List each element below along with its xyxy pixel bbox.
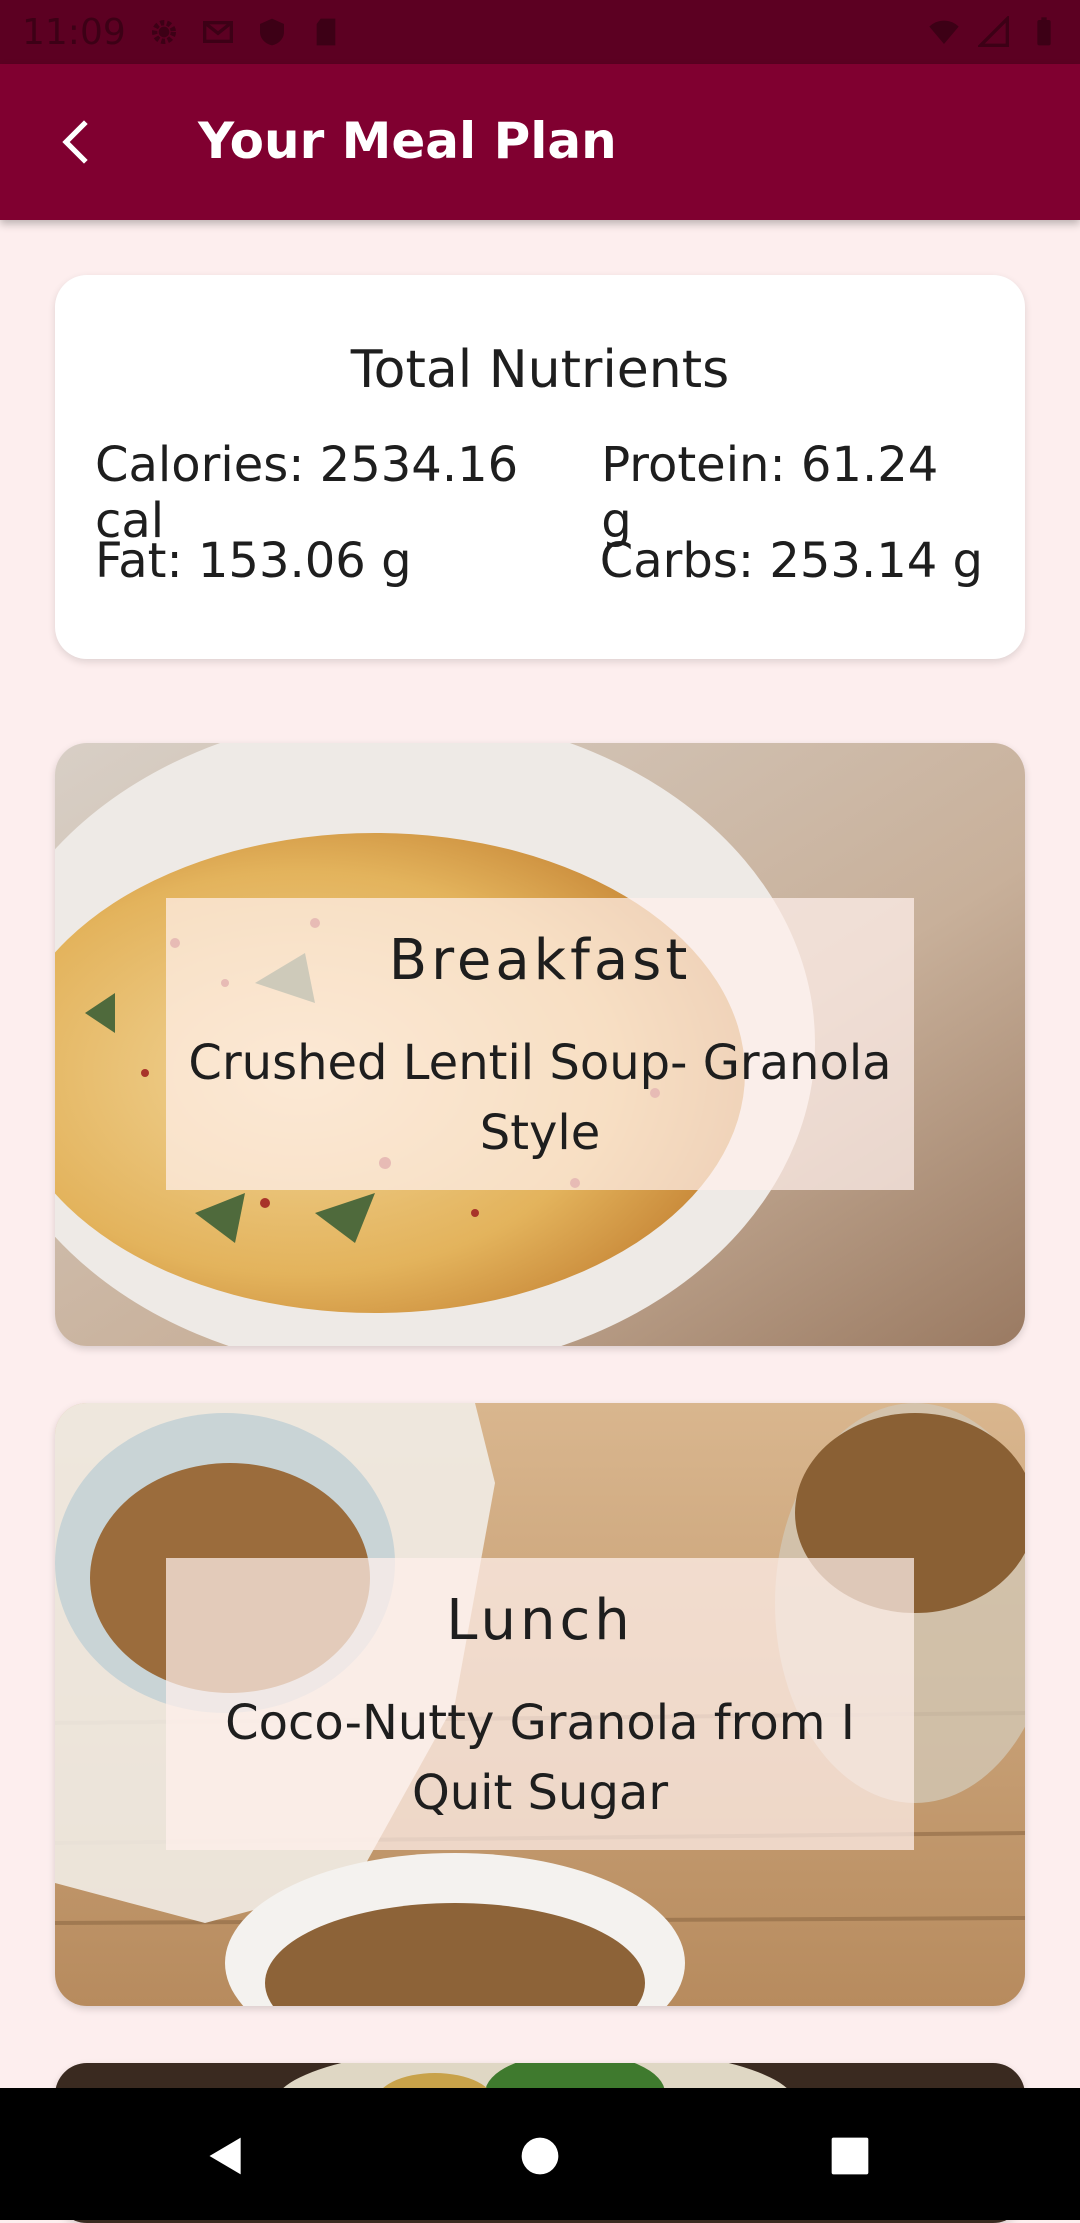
nav-back-button[interactable] [194, 2124, 258, 2188]
carbs-value: Carbs: 253.14 g [599, 533, 983, 589]
meal-name: Coco-Nutty Granola from I Quit Sugar [225, 1695, 855, 1821]
meal-type-label: Breakfast [388, 928, 692, 993]
nav-home-icon [521, 2137, 559, 2175]
signal-icon [978, 16, 1009, 47]
back-button[interactable] [40, 104, 116, 180]
nav-recents-button[interactable] [818, 2124, 882, 2188]
gear-icon [152, 20, 176, 44]
sd-card-icon [316, 18, 336, 46]
meal-type-label: Lunch [446, 1588, 634, 1653]
nutrients-card: Total Nutrients Calories: 2534.16 cal Pr… [55, 275, 1025, 659]
app-bar: Your Meal Plan [0, 64, 1080, 220]
meal-label: Lunch Coco-Nutty Granola from I Quit Sug… [166, 1558, 914, 1850]
nutrients-title: Total Nutrients [350, 340, 730, 400]
status-bar: 11:09 [0, 0, 1080, 64]
wifi-icon [929, 20, 959, 44]
nav-home-button[interactable] [508, 2124, 572, 2188]
navigation-bar [0, 2088, 1080, 2220]
page-title: Your Meal Plan [198, 112, 617, 170]
meal-label: Breakfast Crushed Lentil Soup- Granola S… [166, 898, 914, 1190]
meal-card-breakfast[interactable]: Breakfast Crushed Lentil Soup- Granola S… [55, 743, 1025, 1346]
shield-icon [260, 18, 284, 46]
nav-recents-icon [831, 2137, 869, 2175]
meal-name: Crushed Lentil Soup- Granola Style [188, 1035, 892, 1161]
nav-back-icon [209, 2137, 241, 2175]
gmail-icon [203, 21, 233, 43]
meal-card-lunch[interactable]: Lunch Coco-Nutty Granola from I Quit Sug… [55, 1403, 1025, 2006]
fat-value: Fat: 153.06 g [95, 533, 412, 589]
battery-icon [1037, 17, 1051, 46]
arrow-back-icon [62, 120, 88, 164]
status-time: 11:09 [22, 12, 126, 53]
